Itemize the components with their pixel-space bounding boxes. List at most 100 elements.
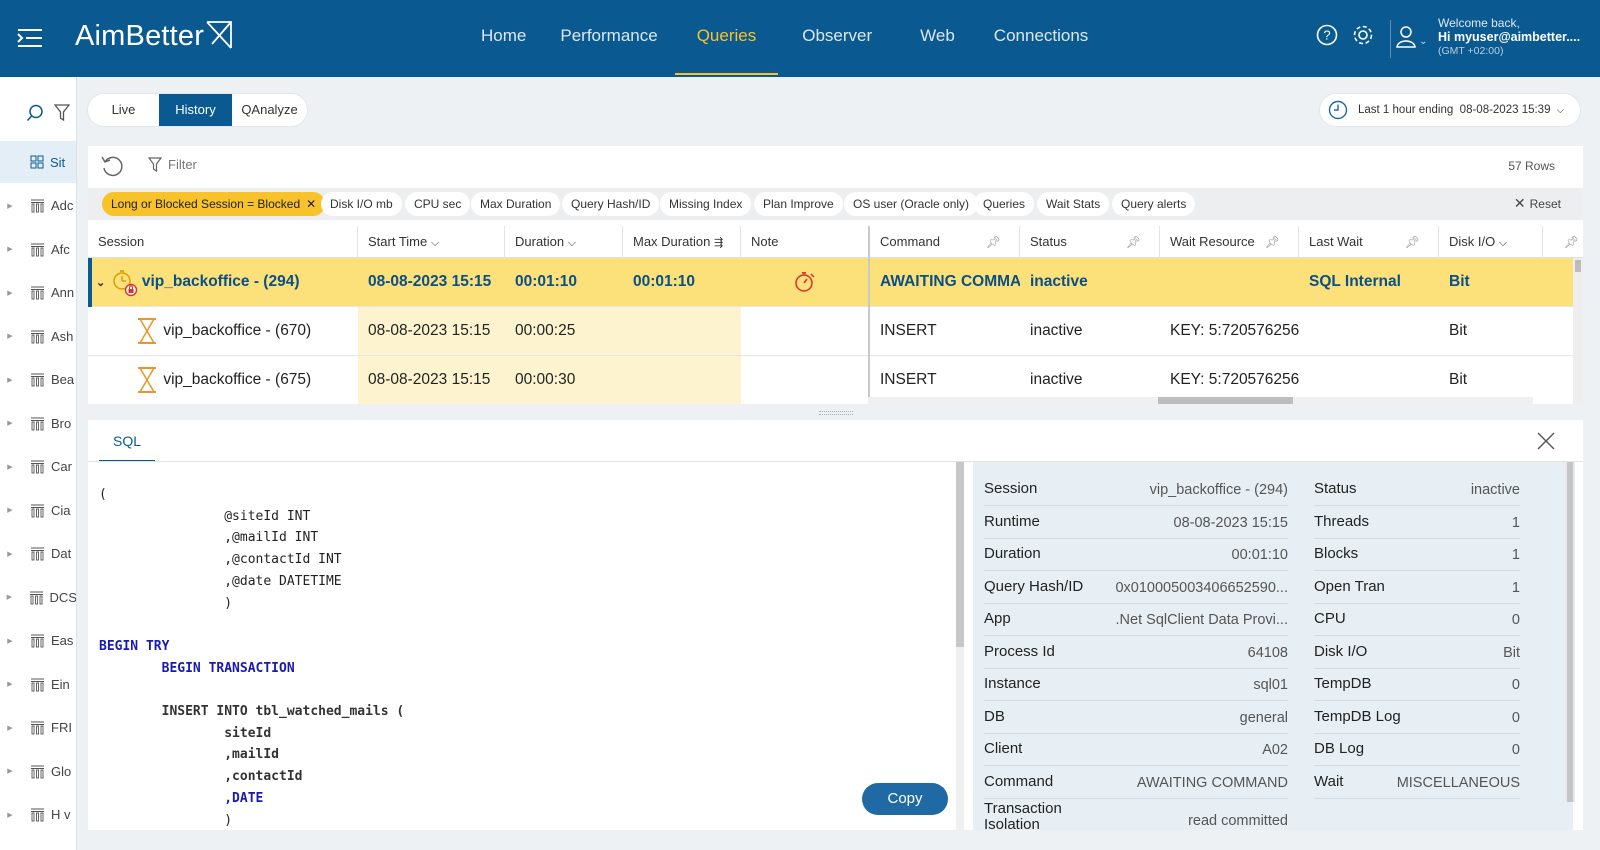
chip-missing-index[interactable]: Missing Index	[660, 192, 752, 216]
vertical-scrollbar[interactable]	[1573, 258, 1583, 404]
filter-button[interactable]: Filter	[148, 157, 197, 172]
sidebar-item[interactable]: ▶ Ann	[0, 272, 76, 314]
nav-connections[interactable]: Connections	[979, 0, 1104, 77]
nav-web[interactable]: Web	[896, 0, 979, 77]
pin-icon[interactable]: 📌︎	[1564, 226, 1579, 258]
nav-home[interactable]: Home	[464, 0, 543, 77]
chip-wait-stats[interactable]: Wait Stats	[1037, 192, 1110, 216]
col-max-duration[interactable]: Max Duration ⇶	[623, 226, 741, 258]
sidebar-item[interactable]: ▶ Afc	[0, 228, 76, 270]
expand-arrow-icon[interactable]: ▶	[4, 550, 16, 558]
expand-arrow-icon[interactable]: ▶	[4, 506, 16, 514]
tab-history[interactable]: History	[159, 94, 232, 126]
chip-plan-improve[interactable]: Plan Improve	[754, 192, 843, 216]
cell-max-duration	[623, 356, 741, 404]
code-scrollbar[interactable]	[956, 462, 964, 830]
expand-arrow-icon[interactable]: ▶	[4, 202, 16, 210]
nav-queries[interactable]: Queries	[674, 0, 779, 77]
details-scrollbar[interactable]	[1565, 462, 1575, 802]
nav-performance[interactable]: Performance	[543, 0, 674, 77]
sidebar-item[interactable]: ▶ Car	[0, 446, 76, 488]
table-row[interactable]: ⌄ vip_backoffice - (294) 08-08-2023 15:1…	[88, 258, 1583, 307]
tab-live[interactable]: Live	[88, 94, 159, 126]
chip-queries[interactable]: Queries	[974, 192, 1035, 216]
chip-os-user[interactable]: OS user (Oracle only)	[844, 192, 979, 216]
horizontal-scrollbar[interactable]	[868, 397, 1533, 404]
sidebar-item[interactable]: ▶ Dat	[0, 533, 76, 575]
sidebar-item[interactable]: ▶ Glo	[0, 750, 76, 792]
chip-blocked-session[interactable]: Long or Blocked Session = Blocked ✕	[102, 192, 326, 216]
alert-stopwatch-icon[interactable]	[794, 270, 816, 294]
time-range-selector[interactable]: Last 1 hour ending 08-08-2023 15:39 ⌵	[1320, 94, 1580, 126]
expand-arrow-icon[interactable]: ▶	[4, 680, 16, 688]
col-duration[interactable]: Duration ⌵	[505, 226, 623, 258]
sidebar-item[interactable]: ▶ Adc	[0, 185, 76, 227]
sidebar-item[interactable]: ▶ Eas	[0, 620, 76, 662]
sidebar-item[interactable]: ▶ Bea	[0, 359, 76, 401]
col-disk-io[interactable]: Disk I/O ⌵	[1439, 226, 1543, 258]
pin-icon[interactable]: 📌︎	[1405, 226, 1420, 258]
expand-arrow-icon[interactable]: ▶	[4, 245, 16, 253]
sidebar-item[interactable]: Sit	[0, 141, 76, 183]
table-row[interactable]: vip_backoffice - (670) 08-08-2023 15:15 …	[88, 307, 1583, 356]
sql-code-view[interactable]: ( @siteId INT ,@mailId INT ,@contactId I…	[99, 484, 939, 830]
pin-icon[interactable]: 📌︎	[986, 226, 1001, 258]
expand-arrow-icon[interactable]: ▶	[4, 811, 16, 819]
sidebar-item[interactable]: ▶ Ein	[0, 663, 76, 705]
chip-max-duration[interactable]: Max Duration	[471, 192, 561, 216]
expand-arrow-icon[interactable]: ▶	[4, 724, 16, 732]
expand-arrow-icon[interactable]: ▶	[4, 376, 16, 384]
expand-arrow-icon[interactable]: ▶	[4, 463, 16, 471]
chip-disk-io[interactable]: Disk I/O mb	[321, 192, 402, 216]
col-status[interactable]: Status 📌︎	[1020, 226, 1160, 258]
search-icon[interactable]	[26, 104, 44, 122]
col-last-wait[interactable]: Last Wait 📌︎	[1299, 226, 1439, 258]
tab-sql[interactable]: SQL	[99, 432, 155, 462]
scroll-thumb[interactable]	[956, 462, 964, 647]
expand-arrow-icon[interactable]: ▶	[4, 637, 16, 645]
expand-arrow-icon[interactable]: ▶	[4, 767, 16, 775]
expand-arrow-icon[interactable]: ▶	[4, 419, 16, 427]
col-note[interactable]: Note	[741, 226, 868, 258]
nav-observer[interactable]: Observer	[778, 0, 896, 77]
brand-logo[interactable]: AimBetter	[75, 20, 233, 53]
cell-max-duration: 00:01:10	[633, 273, 696, 290]
filter-icon[interactable]	[54, 104, 70, 122]
sidebar-item[interactable]: ▶ DCS	[0, 576, 76, 618]
expand-arrow-icon[interactable]: ▶	[4, 332, 16, 340]
menu-toggle-icon[interactable]	[16, 26, 44, 50]
user-menu-chevron-icon[interactable]: ⌄	[1419, 36, 1427, 47]
chip-query-hash[interactable]: Query Hash/ID	[562, 192, 660, 216]
sidebar-item[interactable]: ▶ H v	[0, 794, 76, 836]
col-command[interactable]: Command 📌︎	[870, 226, 1020, 258]
sidebar-item[interactable]: ▶ FRI	[0, 707, 76, 749]
help-icon[interactable]: ?	[1316, 24, 1338, 46]
expand-arrow-icon[interactable]: ▶	[4, 289, 16, 297]
user-welcome[interactable]: Welcome back, Hi myuser@aimbetter.... (G…	[1438, 16, 1580, 58]
scroll-thumb[interactable]	[1158, 397, 1293, 404]
close-icon[interactable]	[1537, 432, 1555, 450]
scroll-thumb[interactable]	[1575, 260, 1581, 272]
sidebar-item[interactable]: ▶ Bro	[0, 402, 76, 444]
col-start-time[interactable]: Start Time ⌵	[358, 226, 505, 258]
refresh-icon[interactable]	[100, 154, 124, 178]
reset-button[interactable]: ✕ Reset	[1514, 195, 1561, 212]
pin-icon[interactable]: 📌︎	[1126, 226, 1141, 258]
tab-qanalyze[interactable]: QAnalyze	[232, 94, 307, 126]
panel-resize-handle[interactable]	[88, 406, 1583, 420]
chip-cpu-sec[interactable]: CPU sec	[405, 192, 471, 216]
user-icon[interactable]	[1396, 25, 1416, 49]
user-timezone: (GMT +02:00)	[1438, 45, 1504, 57]
expand-chevron-icon[interactable]: ⌄	[96, 277, 105, 289]
pin-icon[interactable]: 📌︎	[1265, 226, 1280, 258]
chip-remove-icon[interactable]: ✕	[306, 197, 316, 211]
sidebar-item[interactable]: ▶ Cia	[0, 489, 76, 531]
expand-arrow-icon[interactable]: ▶	[4, 593, 15, 601]
sidebar-item[interactable]: ▶ Ash	[0, 315, 76, 357]
settings-gear-icon[interactable]	[1352, 24, 1374, 46]
col-session[interactable]: Session	[88, 226, 358, 258]
scroll-thumb[interactable]	[1567, 462, 1573, 802]
col-wait-resource[interactable]: Wait Resource 📌︎	[1160, 226, 1299, 258]
copy-button[interactable]: Copy	[862, 783, 948, 815]
chip-query-alerts[interactable]: Query alerts	[1112, 192, 1196, 216]
